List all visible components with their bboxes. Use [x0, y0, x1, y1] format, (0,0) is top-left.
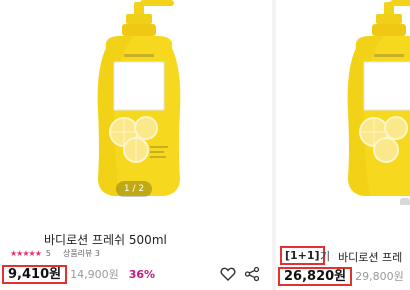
product-name-right[interactable]: 바디로션 프레	[338, 249, 402, 265]
product-image-area-right[interactable]	[276, 0, 410, 205]
product-image-area[interactable]: 1 / 2	[0, 0, 272, 205]
original-price: 14,900원	[70, 268, 119, 281]
lotion-bottle-image	[97, 0, 181, 196]
original-price-right: 29,800원	[355, 270, 404, 283]
promo-tag: [1+1]	[280, 246, 325, 265]
sale-price-right: 26,820원	[278, 266, 353, 286]
sale-price: 9,410원	[2, 264, 68, 284]
price-row: 9,410원 14,900원 36%	[2, 264, 156, 284]
review-count: 상품리뷰 3	[62, 249, 101, 258]
image-pager: 1 / 2	[116, 181, 152, 197]
product-name[interactable]: 바디로션 프레쉬 500ml	[44, 231, 167, 248]
discount-rate: 36%	[128, 267, 156, 281]
lotion-bottle-image-right	[347, 0, 410, 196]
image-pager-right	[400, 198, 410, 205]
product-card-right[interactable]: [1+1] 기 바디로션 프레 26,820원 29,800원 1	[276, 0, 410, 290]
star-rating-icon: ★★★★★	[10, 249, 42, 258]
rating-row: ★★★★★ 5 상품리뷰 3	[10, 248, 100, 259]
heart-icon[interactable]	[220, 266, 236, 282]
share-icon[interactable]	[244, 266, 260, 282]
product-card-left[interactable]: 1 / 2 바디로션 프레쉬 500ml ★★★★★ 5 상품리뷰 3 9,41…	[0, 0, 272, 290]
price-row-right: 26,820원 29,800원 1	[278, 266, 410, 286]
rating-count: 5	[45, 249, 51, 258]
promo-tag-suffix: 기	[320, 250, 331, 263]
